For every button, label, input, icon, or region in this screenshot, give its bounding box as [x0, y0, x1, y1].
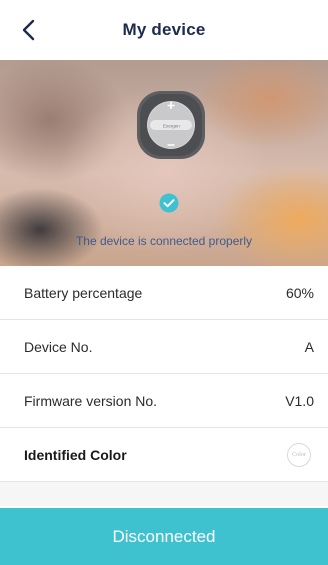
device-hero-banner: Exergen The device is connected properly — [0, 60, 328, 266]
battery-row: Battery percentage 60% — [0, 266, 328, 320]
identified-color-row[interactable]: Identified Color Color — [0, 428, 328, 482]
device-no-value: A — [304, 338, 314, 355]
device-brand-label: Exergen — [163, 124, 180, 129]
identified-color-label: Identified Color — [24, 446, 127, 463]
firmware-label: Firmware version No. — [24, 392, 158, 409]
firmware-value: V1.0 — [285, 392, 314, 409]
connection-status-text: The device is connected properly — [75, 234, 253, 248]
device-details-list: Battery percentage 60% Device No. A Firm… — [0, 266, 328, 506]
battery-label: Battery percentage — [24, 284, 143, 301]
header-bar: My device — [0, 0, 328, 60]
firmware-row: Firmware version No. V1.0 — [0, 374, 328, 428]
back-chevron-icon[interactable] — [18, 18, 42, 42]
device-no-label: Device No. — [24, 338, 93, 355]
color-swatch[interactable]: Color — [287, 442, 311, 467]
device-no-row: Device No. A — [0, 320, 328, 374]
list-spacer — [0, 482, 328, 506]
battery-value: 60% — [285, 284, 314, 301]
connected-check-icon — [159, 193, 179, 213]
device-image: Exergen — [137, 91, 205, 159]
page-title: My device — [122, 20, 206, 39]
disconnect-button[interactable]: Disconnected — [0, 508, 328, 565]
